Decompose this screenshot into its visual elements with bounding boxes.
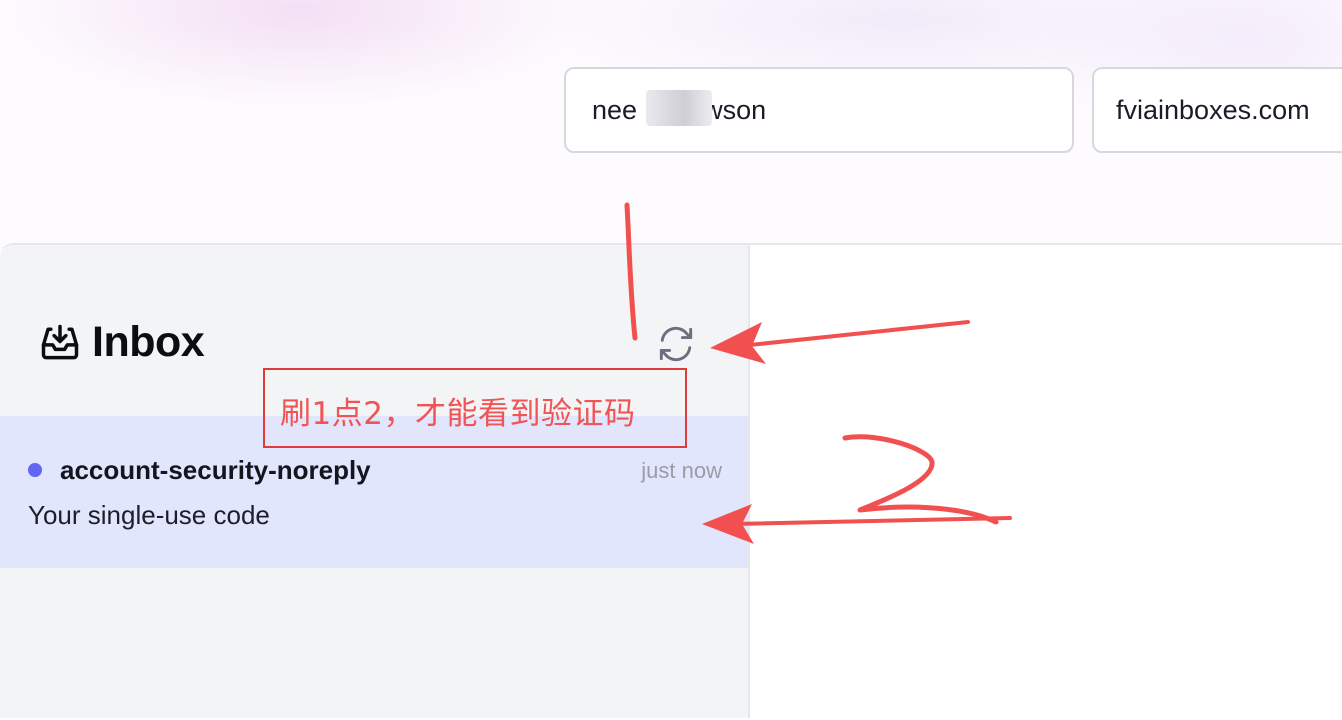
- message-time: just now: [641, 458, 722, 483]
- username-input[interactable]: nee elawson: [564, 67, 1074, 153]
- unread-indicator: [28, 463, 42, 477]
- redacted-blur: [646, 90, 712, 126]
- annotation-text: 刷1点2，才能看到验证码: [280, 396, 636, 432]
- inbox-header: Inbox: [38, 318, 205, 367]
- domain-select[interactable]: fviainboxes.com: [1092, 67, 1342, 153]
- domain-value: fviainboxes.com: [1116, 94, 1310, 125]
- inbox-download-icon: [38, 321, 82, 365]
- message-sender: account-security-noreply: [60, 455, 371, 485]
- message-subject: Your single-use code: [28, 500, 270, 530]
- inbox-title: Inbox: [92, 318, 205, 366]
- refresh-button[interactable]: [654, 322, 698, 366]
- refresh-icon: [659, 326, 693, 362]
